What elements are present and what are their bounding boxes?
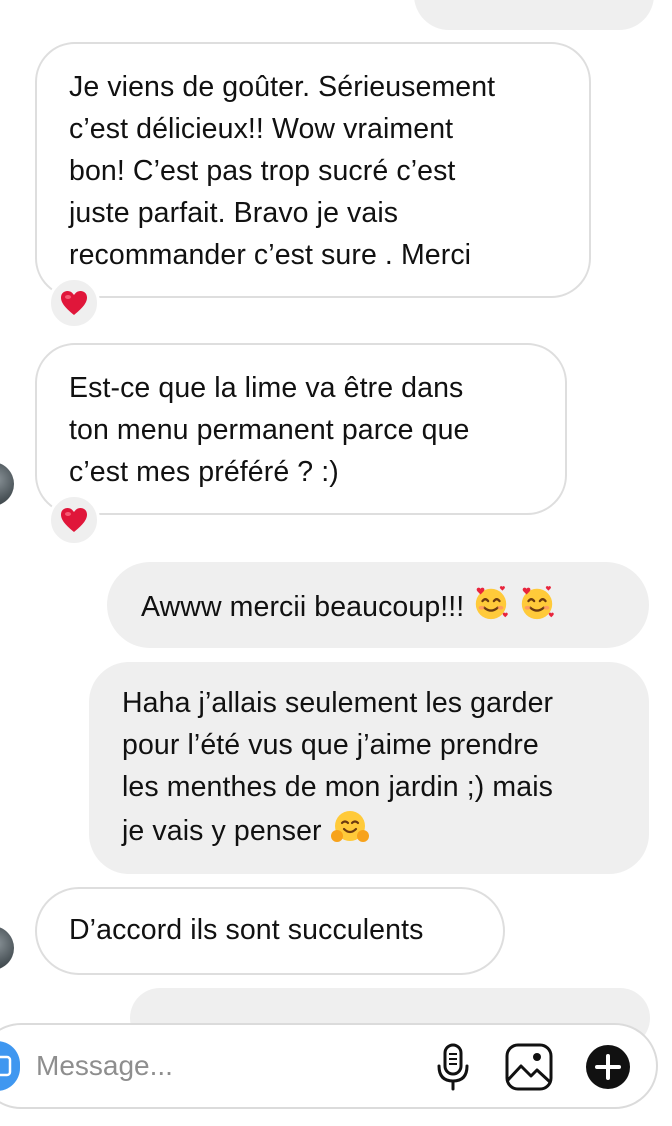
- received-message[interactable]: D’accord ils sont succulents: [35, 887, 505, 975]
- partial-message-top: [414, 0, 654, 30]
- message-input[interactable]: [36, 1044, 416, 1088]
- heart-reaction[interactable]: [48, 277, 100, 329]
- gallery-button[interactable]: [503, 1041, 555, 1093]
- microphone-button[interactable]: [433, 1040, 473, 1094]
- microphone-icon: [437, 1043, 469, 1091]
- avatar[interactable]: [0, 926, 14, 970]
- sent-message[interactable]: Haha j’allais seulement les garder pour …: [89, 662, 649, 874]
- gallery-icon: [505, 1043, 553, 1091]
- received-message[interactable]: Je viens de goûter. Sérieusement c’est d…: [35, 42, 591, 298]
- add-icon: [586, 1045, 630, 1089]
- heart-icon: [61, 508, 87, 532]
- received-message[interactable]: Est-ce que la lime va être dans ton menu…: [35, 343, 567, 515]
- hugging-face-icon: [330, 811, 369, 842]
- message-text: Est-ce que la lime va être dans ton menu…: [69, 372, 470, 488]
- smiling-face-with-hearts-icon: [476, 586, 509, 620]
- heart-reaction[interactable]: [48, 494, 100, 546]
- add-button[interactable]: [584, 1043, 632, 1091]
- message-text: D’accord ils sont succulents: [69, 914, 424, 946]
- avatar[interactable]: [0, 462, 14, 506]
- camera-button[interactable]: [0, 1041, 20, 1091]
- smiling-face-with-hearts-icon: [522, 586, 555, 620]
- heart-icon: [61, 291, 87, 315]
- message-text: Je viens de goûter. Sérieusement c’est d…: [69, 71, 496, 271]
- sent-message[interactable]: Awww mercii beaucoup!!!: [107, 562, 649, 648]
- camera-icon: [0, 1055, 12, 1077]
- message-text: Awww mercii beaucoup!!!: [141, 591, 473, 623]
